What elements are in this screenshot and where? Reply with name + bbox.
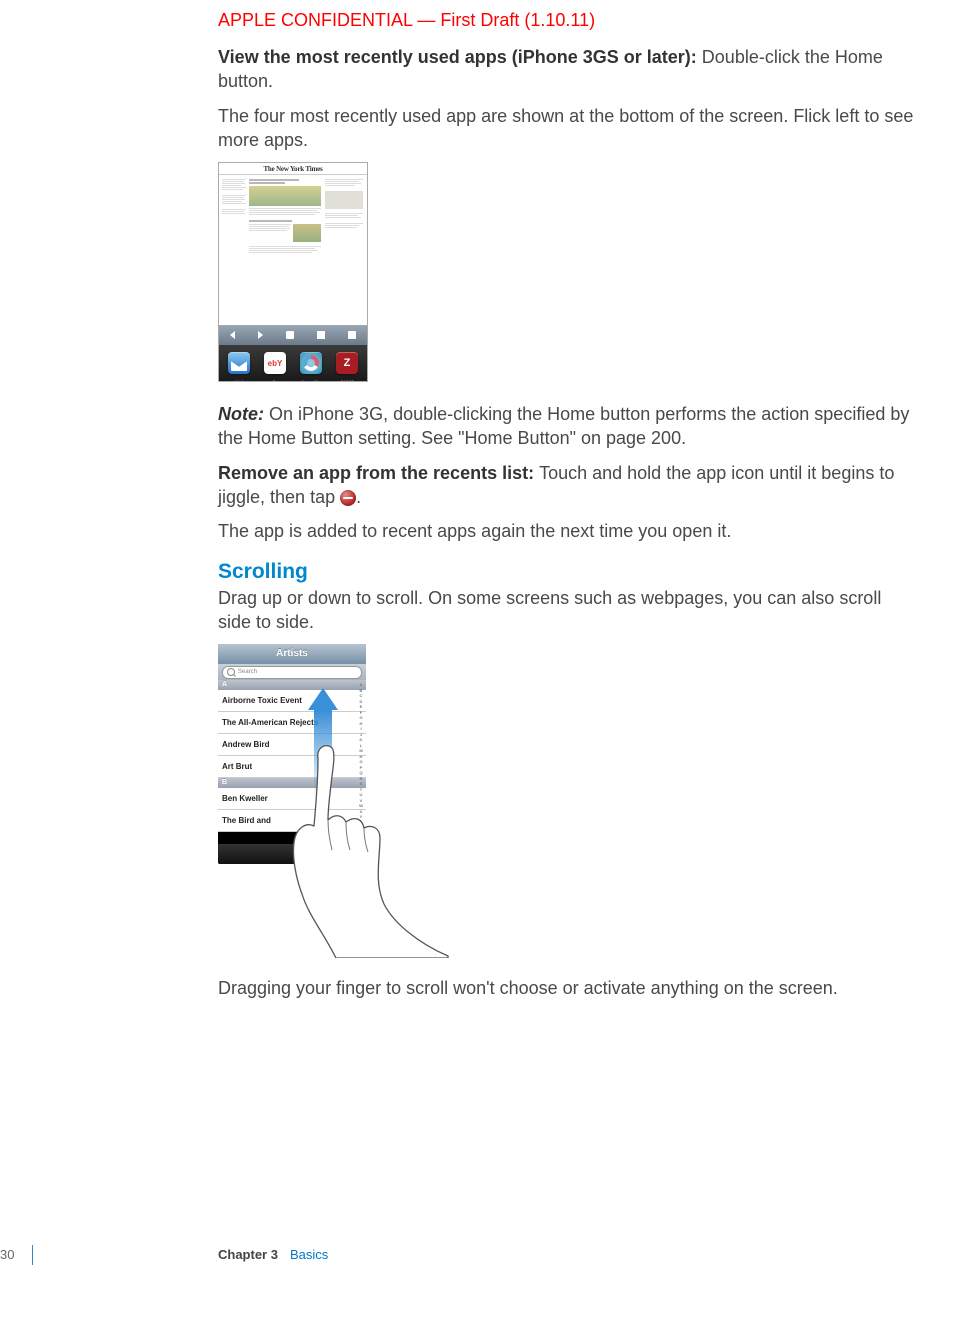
para-drag-note: Dragging your finger to scroll won't cho… (218, 976, 915, 1000)
page-footer: 30 Chapter 3 Basics (0, 1245, 955, 1265)
list-item: The All-American Rejects (218, 712, 366, 734)
chapter-name: Basics (290, 1247, 328, 1262)
heading-scrolling: Scrolling (218, 560, 915, 584)
app-mail-icon: Mail (228, 352, 250, 374)
list-item: Airborne Toxic Event (218, 690, 366, 712)
nyt-masthead: The New York Times (219, 163, 367, 175)
search-icon (227, 668, 235, 676)
body-remove-b: . (356, 487, 361, 507)
lead-view-recent: View the most recently used apps (iPhone… (218, 47, 702, 67)
nav-page-icon (286, 331, 294, 339)
artists-titlebar: Artists (218, 644, 366, 664)
chapter-number: Chapter 3 (218, 1247, 278, 1262)
body-note: On iPhone 3G, double-clicking the Home b… (218, 404, 909, 448)
nav-back-icon (230, 331, 235, 339)
chapter-label: Chapter 3 Basics (218, 1247, 328, 1262)
app-switcher-tray: Mail eBay AroundMe ZAGAT (219, 345, 367, 381)
figure-scrolling: Artists Search A Airborne Toxic Event Th… (218, 644, 450, 958)
app-aroundme-icon: AroundMe (300, 352, 322, 374)
app-ebay-icon: eBay (264, 352, 286, 374)
lead-note: Note: (218, 404, 269, 424)
para-remove-app: Remove an app from the recents list: Tou… (218, 461, 915, 510)
confidential-banner: APPLE CONFIDENTIAL — First Draft (1.10.1… (218, 10, 915, 31)
delete-minus-icon (340, 490, 356, 506)
hand-pointing-icon (280, 734, 450, 958)
page-number: 30 (0, 1247, 14, 1262)
nyt-page (219, 175, 367, 325)
nav-tabs-icon (348, 331, 356, 339)
app-zagat-icon: ZAGAT (336, 352, 358, 374)
nav-bookmark-icon (317, 331, 325, 339)
footer-rule (32, 1245, 33, 1265)
para-note: Note: On iPhone 3G, double-clicking the … (218, 402, 915, 451)
para-view-recent: View the most recently used apps (iPhone… (218, 45, 915, 94)
nyt-nav-bar (219, 325, 367, 345)
search-placeholder: Search (238, 669, 257, 675)
section-a-header: A (218, 680, 366, 690)
lead-remove-app: Remove an app from the recents list: (218, 463, 539, 483)
figure-multitasking: The New York Times (218, 162, 368, 382)
para-four-apps: The four most recently used app are show… (218, 104, 915, 153)
para-added-back: The app is added to recent apps again th… (218, 519, 915, 543)
nav-fwd-icon (258, 331, 263, 339)
artists-searchbar: Search (218, 664, 366, 680)
para-scrolling: Drag up or down to scroll. On some scree… (218, 586, 915, 635)
